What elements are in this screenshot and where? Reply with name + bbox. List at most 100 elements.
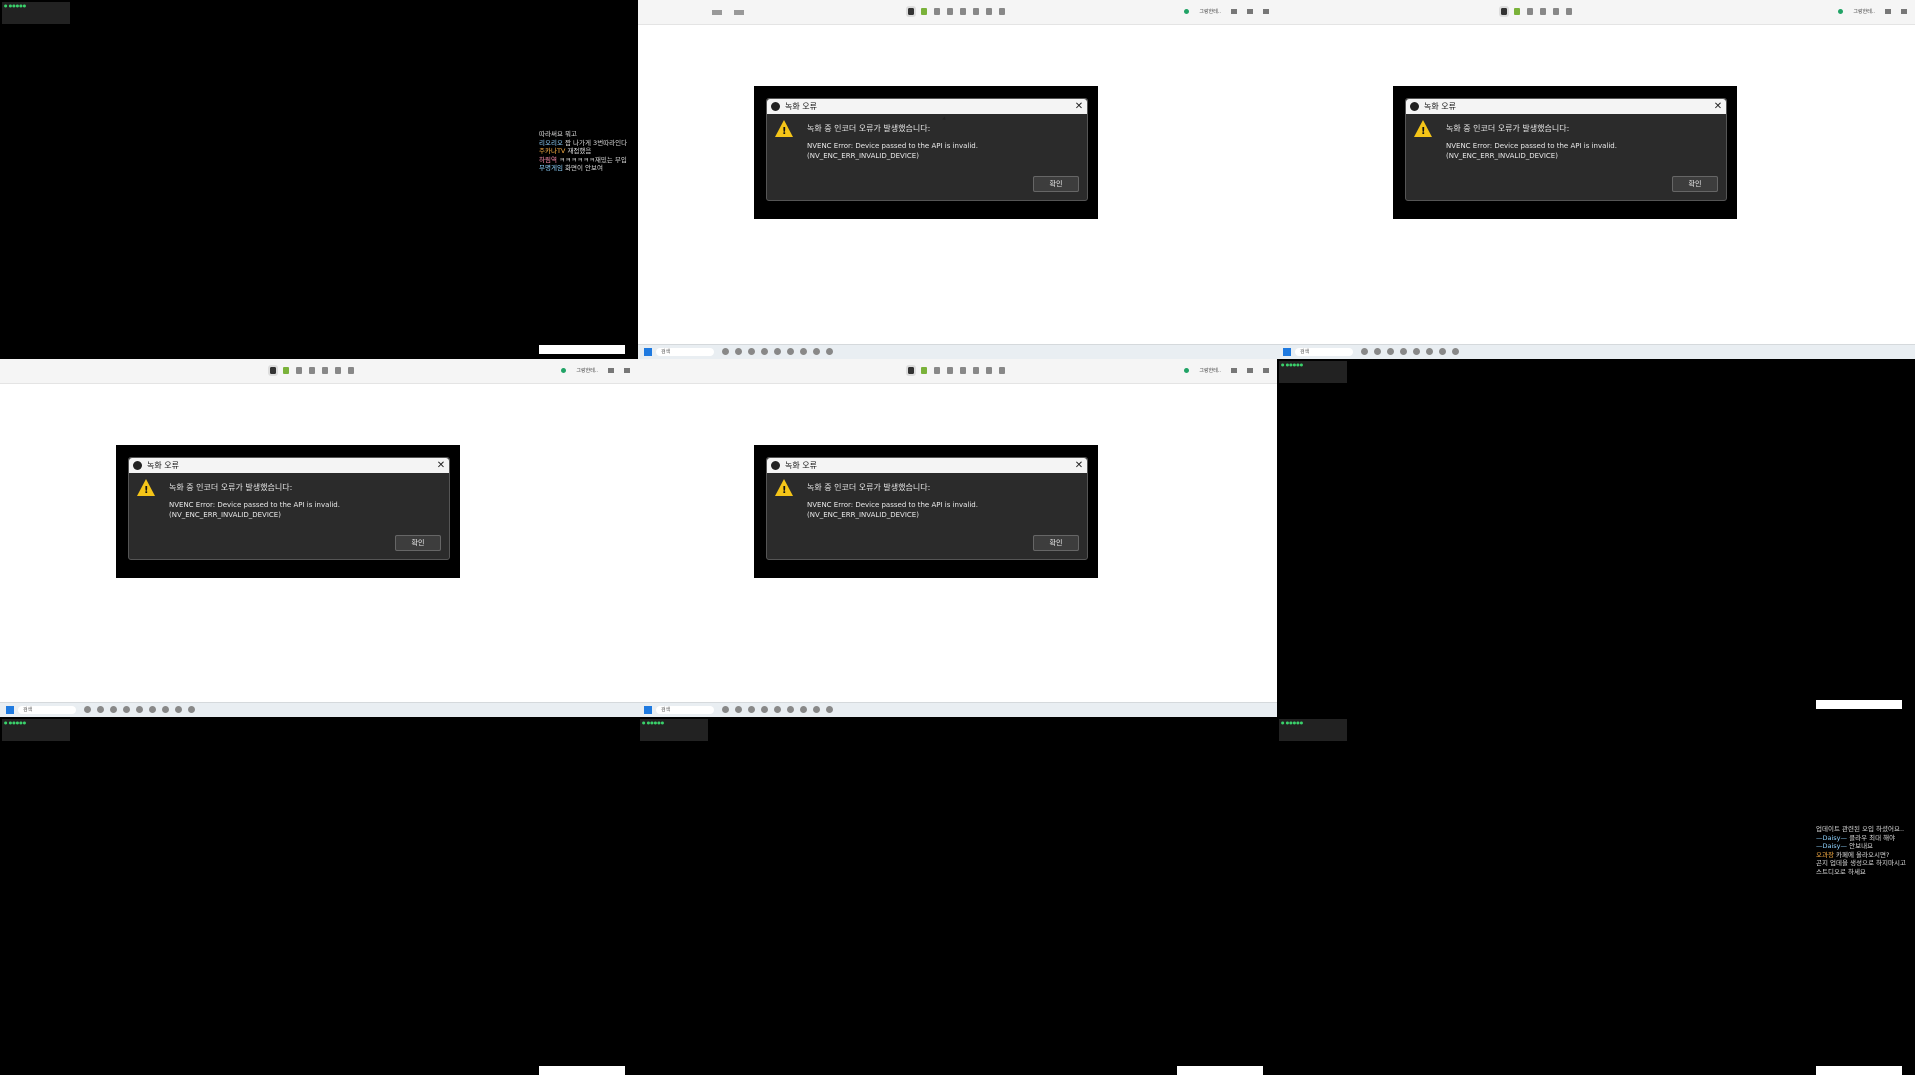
- filter-icon[interactable]: [1499, 6, 1509, 17]
- app-icon[interactable]: [1426, 348, 1433, 355]
- close-icon[interactable]: ✕: [1710, 99, 1726, 114]
- ok-button[interactable]: 확인: [1033, 176, 1079, 192]
- account-label[interactable]: 그랑한테..: [1199, 8, 1221, 15]
- undo-icon[interactable]: [986, 8, 992, 15]
- app-icon[interactable]: [97, 706, 104, 713]
- app-icon[interactable]: [136, 706, 143, 713]
- ok-button[interactable]: 확인: [1672, 176, 1718, 192]
- app-icon[interactable]: [774, 348, 781, 355]
- app-icon[interactable]: [1374, 348, 1381, 355]
- app-icon[interactable]: [110, 706, 117, 713]
- pen-icon[interactable]: [934, 8, 940, 15]
- filter-icon[interactable]: [906, 6, 916, 17]
- close-icon[interactable]: ✕: [1071, 458, 1087, 473]
- link-icon[interactable]: [309, 367, 315, 374]
- close-icon[interactable]: ✕: [433, 458, 449, 473]
- app-icon[interactable]: [149, 706, 156, 713]
- highlighter-icon[interactable]: [1514, 8, 1520, 15]
- app-icon[interactable]: [787, 706, 794, 713]
- account-label[interactable]: 그랑한테..: [1199, 367, 1221, 374]
- app-icon[interactable]: [162, 706, 169, 713]
- resize-icon[interactable]: [1566, 8, 1572, 15]
- link-icon[interactable]: [1540, 8, 1546, 15]
- start-icon[interactable]: [6, 706, 14, 714]
- app-icon[interactable]: [761, 706, 768, 713]
- crop-icon[interactable]: [960, 367, 966, 374]
- menu-icon[interactable]: [624, 368, 630, 373]
- app-icon[interactable]: [175, 706, 182, 713]
- link-icon[interactable]: [947, 8, 953, 15]
- ok-button[interactable]: 확인: [395, 535, 441, 551]
- app-icon[interactable]: [787, 348, 794, 355]
- app-icon[interactable]: [826, 706, 833, 713]
- taskbar-search[interactable]: 검색: [656, 706, 714, 714]
- menu-icon[interactable]: [1901, 9, 1907, 14]
- app-icon[interactable]: [722, 348, 729, 355]
- save-icon[interactable]: [1885, 9, 1891, 14]
- undo-icon[interactable]: [986, 367, 992, 374]
- crop-icon[interactable]: [1553, 8, 1559, 15]
- account-label[interactable]: 그랑한테..: [1853, 8, 1875, 15]
- app-icon[interactable]: [735, 348, 742, 355]
- app-icon[interactable]: [1361, 348, 1368, 355]
- resize-icon[interactable]: [973, 8, 979, 15]
- start-icon[interactable]: [644, 706, 652, 714]
- filter-icon[interactable]: [906, 365, 916, 376]
- crop-icon[interactable]: [322, 367, 328, 374]
- taskbar-search[interactable]: 검색: [18, 706, 76, 714]
- app-icon[interactable]: [722, 706, 729, 713]
- ok-button[interactable]: 확인: [1033, 535, 1079, 551]
- chat-input-bar[interactable]: [1816, 1066, 1902, 1075]
- menu-icon[interactable]: [1263, 9, 1269, 14]
- chat-input-bar[interactable]: [1177, 1066, 1263, 1075]
- share-icon[interactable]: [1247, 9, 1253, 14]
- filter-icon[interactable]: [268, 365, 278, 376]
- save-icon[interactable]: [1231, 9, 1237, 14]
- share-icon[interactable]: [1247, 368, 1253, 373]
- pen-icon[interactable]: [934, 367, 940, 374]
- app-icon[interactable]: [123, 706, 130, 713]
- app-icon[interactable]: [813, 348, 820, 355]
- start-icon[interactable]: [1283, 348, 1291, 356]
- taskbar-search[interactable]: 검색: [656, 348, 714, 356]
- app-icon[interactable]: [826, 348, 833, 355]
- app-icon[interactable]: [188, 706, 195, 713]
- save-icon[interactable]: [608, 368, 614, 373]
- app-icon[interactable]: [1452, 348, 1459, 355]
- taskbar-search[interactable]: 검색: [1295, 348, 1353, 356]
- chat-input-bar[interactable]: [539, 1066, 625, 1075]
- app-icon[interactable]: [748, 348, 755, 355]
- link-icon[interactable]: [947, 367, 953, 374]
- close-icon[interactable]: ✕: [1071, 99, 1087, 114]
- account-label[interactable]: 그랑한테..: [576, 367, 598, 374]
- app-icon[interactable]: [1439, 348, 1446, 355]
- resize-icon[interactable]: [335, 367, 341, 374]
- app-icon[interactable]: [774, 706, 781, 713]
- chat-input-bar[interactable]: [1816, 700, 1902, 709]
- pen-icon[interactable]: [1527, 8, 1533, 15]
- redo-icon[interactable]: [999, 8, 1005, 15]
- app-icon[interactable]: [813, 706, 820, 713]
- app-icon[interactable]: [800, 348, 807, 355]
- app-icon[interactable]: [761, 348, 768, 355]
- view-icon[interactable]: [712, 10, 722, 15]
- app-icon[interactable]: [1400, 348, 1407, 355]
- crop-icon[interactable]: [960, 8, 966, 15]
- resize-icon[interactable]: [973, 367, 979, 374]
- app-icon[interactable]: [84, 706, 91, 713]
- menu-icon[interactable]: [1263, 368, 1269, 373]
- layout-icon[interactable]: [734, 10, 744, 15]
- highlighter-icon[interactable]: [921, 367, 927, 374]
- start-icon[interactable]: [644, 348, 652, 356]
- highlighter-icon[interactable]: [283, 367, 289, 374]
- app-icon[interactable]: [1387, 348, 1394, 355]
- pen-icon[interactable]: [296, 367, 302, 374]
- app-icon[interactable]: [735, 706, 742, 713]
- redo-icon[interactable]: [999, 367, 1005, 374]
- app-icon[interactable]: [748, 706, 755, 713]
- app-icon[interactable]: [800, 706, 807, 713]
- undo-icon[interactable]: [348, 367, 354, 374]
- chat-input-bar[interactable]: [539, 345, 625, 354]
- highlighter-icon[interactable]: [921, 8, 927, 15]
- app-icon[interactable]: [1413, 348, 1420, 355]
